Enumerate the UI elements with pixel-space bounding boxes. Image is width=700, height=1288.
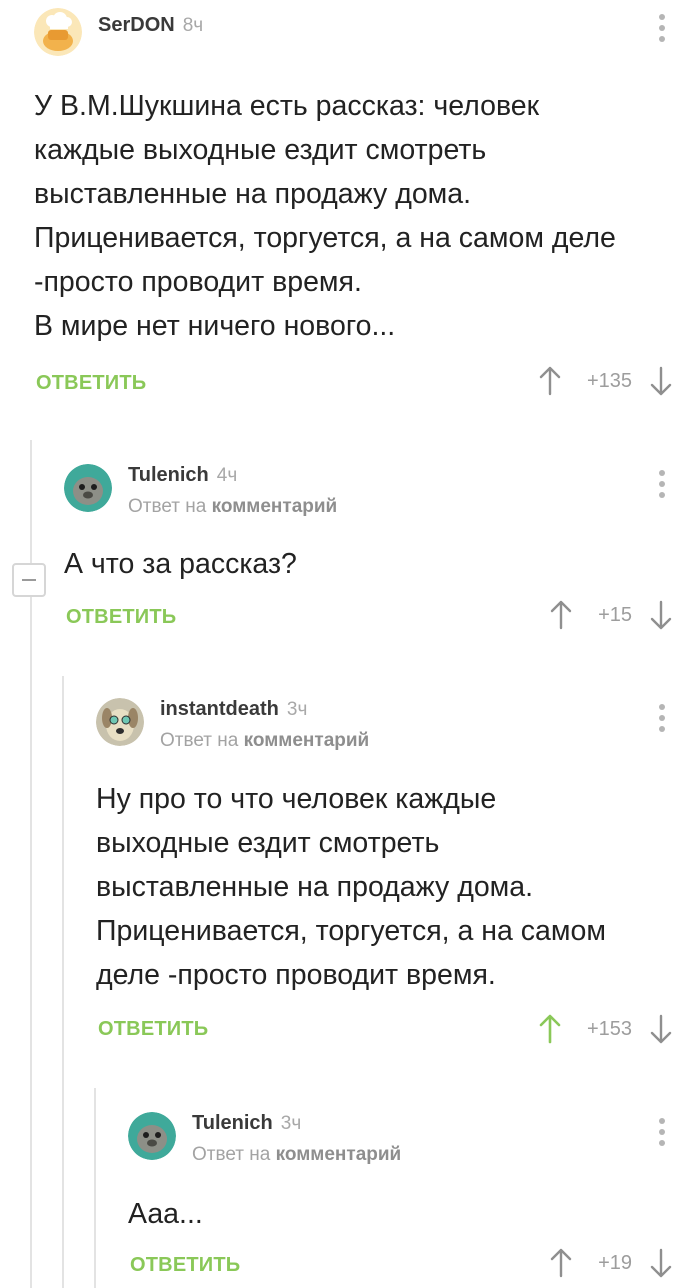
comment-time: 8ч: [182, 15, 204, 36]
reply-button[interactable]: ОТВЕТИТЬ: [130, 1254, 240, 1277]
reply-to-prefix: Ответ на: [192, 1144, 271, 1165]
comment-time: 3ч: [280, 1113, 302, 1134]
comment-text: У В.М.Шукшина есть рассказ: человек кажд…: [34, 90, 616, 342]
arrow-down-icon[interactable]: [650, 600, 672, 630]
arrow-up-icon[interactable]: [550, 1248, 572, 1278]
arrow-up-icon[interactable]: [539, 1014, 561, 1044]
reply-button[interactable]: ОТВЕТИТЬ: [98, 1018, 208, 1041]
rating-count: +135: [586, 369, 632, 392]
comment-time: 4ч: [216, 465, 238, 486]
comment-text: А что за рассказ?: [64, 548, 297, 580]
reply-to-link[interactable]: комментарий: [244, 730, 370, 751]
seal-avatar-icon: [128, 1112, 176, 1160]
comment-time: 3ч: [286, 699, 308, 720]
comment-author[interactable]: Tulenich: [128, 464, 209, 487]
collapse-thread-button[interactable]: [12, 563, 46, 597]
comment-text: Ну про то что человек каждые выходные ез…: [96, 783, 606, 991]
reply-to-prefix: Ответ на: [128, 496, 207, 517]
avatar-serdon[interactable]: [34, 8, 82, 56]
more-options-icon[interactable]: [658, 704, 666, 734]
avatar-tulenich[interactable]: [64, 464, 112, 512]
seal-avatar-icon: [64, 464, 112, 512]
more-options-icon[interactable]: [658, 14, 666, 44]
arrow-down-icon[interactable]: [650, 1014, 672, 1044]
arrow-down-icon[interactable]: [650, 366, 672, 396]
rating-count: +19: [598, 1251, 632, 1274]
reply-to-link[interactable]: комментарий: [212, 496, 338, 517]
arrow-down-icon[interactable]: [650, 1248, 672, 1278]
rating-count: +153: [586, 1017, 632, 1040]
avatar-tulenich[interactable]: [128, 1112, 176, 1160]
chef-avatar-icon: [34, 8, 82, 56]
arrow-up-icon[interactable]: [550, 600, 572, 630]
arrow-up-icon[interactable]: [539, 366, 561, 396]
rating-count: +15: [598, 603, 632, 626]
thread-line-level-3: [94, 1088, 96, 1288]
dog-avatar-icon: [96, 698, 144, 746]
comment-text: Ааа...: [128, 1198, 203, 1230]
reply-to-prefix: Ответ на: [160, 730, 239, 751]
reply-to-link[interactable]: комментарий: [276, 1144, 402, 1165]
more-options-icon[interactable]: [658, 1118, 666, 1148]
comment-author[interactable]: instantdeath: [160, 698, 279, 721]
more-options-icon[interactable]: [658, 470, 666, 500]
reply-button[interactable]: ОТВЕТИТЬ: [36, 372, 146, 395]
avatar-instantdeath[interactable]: [96, 698, 144, 746]
thread-line-level-2: [62, 676, 64, 1288]
comment-author[interactable]: SerDON: [98, 14, 175, 37]
reply-button[interactable]: ОТВЕТИТЬ: [66, 606, 176, 629]
comment-author[interactable]: Tulenich: [192, 1112, 273, 1135]
